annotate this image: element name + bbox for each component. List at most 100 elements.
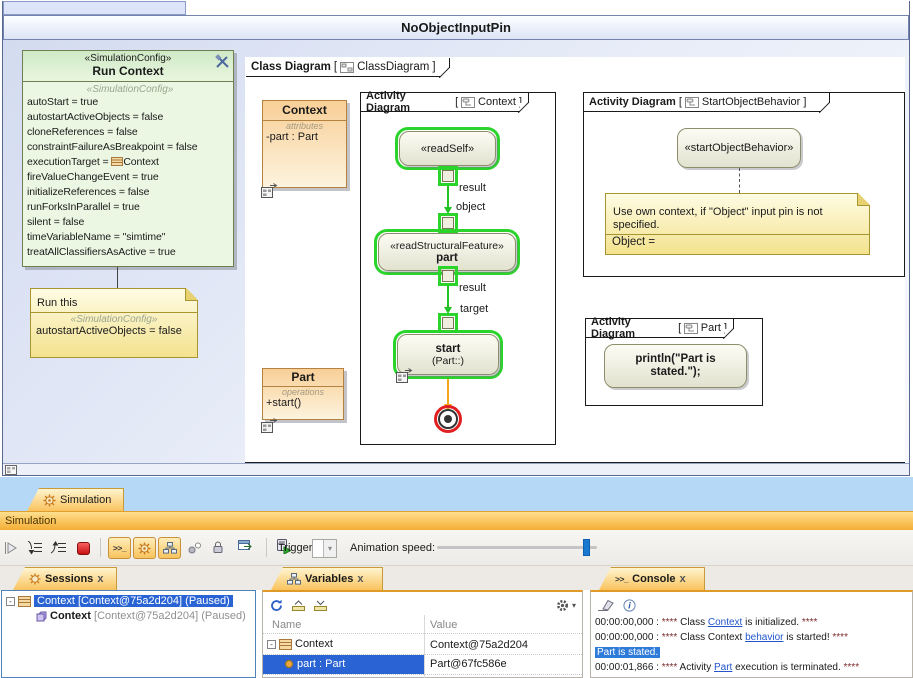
terminate-button[interactable] bbox=[77, 542, 90, 555]
diagram-window-tab[interactable] bbox=[3, 1, 186, 15]
console-line: 00:00:00,000 : **** Class Context behavi… bbox=[595, 632, 848, 643]
related-diagram-icon[interactable] bbox=[261, 183, 278, 198]
variables-options-button[interactable]: ▾ bbox=[556, 599, 576, 612]
simulation-panel-header: Simulation bbox=[0, 511, 913, 530]
variables-tree-icon bbox=[287, 573, 301, 585]
console-link[interactable]: behavior bbox=[745, 632, 783, 643]
action-label: start bbox=[436, 343, 461, 355]
console-output-highlighted[interactable]: Part is stated. bbox=[595, 647, 660, 658]
result-output-pin[interactable] bbox=[442, 270, 454, 282]
instance-icon bbox=[279, 639, 292, 650]
variable-value[interactable]: Part@67fc586e bbox=[430, 658, 507, 670]
clear-console-icon[interactable] bbox=[598, 599, 614, 611]
column-header-value[interactable]: Value bbox=[430, 619, 457, 631]
run-button[interactable] bbox=[4, 541, 18, 555]
collapse-down-icon[interactable] bbox=[314, 599, 327, 611]
object-input-pin[interactable] bbox=[442, 217, 454, 229]
lock-button[interactable] bbox=[212, 540, 224, 554]
tab-console[interactable]: >>_ Console x bbox=[599, 567, 705, 590]
class-diagram-frame-header[interactable]: Class Diagram [ ClassDiagram ] bbox=[246, 58, 450, 77]
sessions-panel: - Context [Context@75a2d204] (Paused) Co… bbox=[1, 590, 256, 678]
tab-simulation[interactable]: Simulation bbox=[27, 488, 124, 511]
toggle-animation-button[interactable] bbox=[133, 537, 156, 559]
tab-label: Sessions bbox=[45, 573, 93, 585]
action-label: «readSelf» bbox=[421, 143, 474, 155]
info-icon[interactable]: i bbox=[623, 599, 636, 612]
activity-context-frame-header[interactable]: Activity Diagram [ Context ] bbox=[361, 93, 529, 112]
note-stereotype: «SimulationConfig» bbox=[31, 313, 197, 325]
console-line: 00:00:01,866 : **** Activity Part execut… bbox=[595, 662, 859, 673]
variable-name: Context bbox=[295, 638, 333, 650]
session-row-child[interactable]: Context [Context@75a2d204] (Paused) bbox=[2, 607, 255, 622]
application-window: NoObjectInputPin «SimulationConfig» Run … bbox=[0, 0, 913, 678]
part-class[interactable]: Part operations +start() bbox=[262, 368, 344, 420]
gear-icon bbox=[556, 599, 569, 612]
object-flow-edge[interactable] bbox=[447, 186, 449, 208]
context-class[interactable]: Context attributes -part : Part bbox=[262, 100, 347, 188]
console-line: Part is stated. bbox=[595, 647, 660, 658]
close-icon[interactable]: x bbox=[680, 573, 686, 585]
related-diagram-icon[interactable] bbox=[261, 418, 278, 433]
step-over-button[interactable] bbox=[50, 541, 67, 555]
variable-row[interactable]: - Context bbox=[267, 638, 333, 650]
step-into-button[interactable] bbox=[26, 541, 43, 555]
anchor-connector bbox=[117, 267, 118, 288]
refresh-icon[interactable] bbox=[270, 599, 283, 612]
column-header-name[interactable]: Name bbox=[272, 619, 301, 631]
class-attribute: -part : Part bbox=[263, 131, 346, 143]
trigger-select[interactable]: ▾ bbox=[312, 539, 337, 558]
session-label[interactable]: Context [Context@75a2d204] (Paused) bbox=[34, 595, 233, 607]
config-body-stereotype: «SimulationConfig» bbox=[27, 84, 233, 95]
tab-variables[interactable]: Variables x bbox=[271, 567, 383, 590]
simulation-config-node[interactable]: «SimulationConfig» Run Context «Simulati… bbox=[22, 50, 234, 267]
tree-expander[interactable]: - bbox=[267, 640, 276, 649]
control-flow-edge[interactable] bbox=[447, 379, 449, 406]
console-link[interactable]: Context bbox=[708, 617, 742, 628]
note-fold bbox=[185, 288, 198, 301]
session-row-root[interactable]: - Context [Context@75a2d204] (Paused) bbox=[2, 591, 255, 607]
close-icon[interactable]: x bbox=[97, 573, 103, 585]
result-output-pin[interactable] bbox=[442, 170, 454, 182]
run-this-note[interactable]: Run this «SimulationConfig» autostartAct… bbox=[30, 288, 198, 358]
final-node-core bbox=[444, 415, 452, 423]
class-diagram-icon bbox=[340, 62, 354, 73]
animation-speed-slider[interactable] bbox=[437, 546, 597, 549]
simulation-icon bbox=[43, 494, 56, 507]
column-divider[interactable] bbox=[424, 615, 425, 678]
close-icon[interactable]: x bbox=[357, 573, 363, 585]
class-name: Context bbox=[263, 101, 346, 121]
behavior-note[interactable]: Use own context, if "Object" input pin i… bbox=[605, 193, 870, 255]
simulation-icon bbox=[138, 542, 151, 555]
tree-expander[interactable]: - bbox=[6, 597, 15, 606]
animation-speed-thumb[interactable] bbox=[583, 539, 590, 556]
activity-sob-frame-header[interactable]: Activity Diagram [ StartObjectBehavior ] bbox=[584, 93, 830, 112]
collapse-up-icon[interactable] bbox=[292, 599, 305, 611]
console-link[interactable]: Part bbox=[714, 662, 732, 673]
tab-sessions[interactable]: Sessions x bbox=[13, 567, 117, 590]
window-border-bottom bbox=[2, 475, 910, 476]
note-body: autostartActiveObjects = false bbox=[31, 325, 197, 337]
action-label: println("Part is stated."); bbox=[619, 353, 732, 379]
breakpoints-button[interactable] bbox=[188, 542, 202, 554]
println-action[interactable]: println("Part is stated."); bbox=[604, 344, 747, 388]
console-panel: i 00:00:00,000 : **** Class Context is i… bbox=[590, 590, 913, 678]
toggle-console-button[interactable]: >>_ bbox=[108, 537, 131, 559]
note-text: Use own context, if "Object" input pin i… bbox=[606, 194, 869, 234]
variable-row-selected[interactable]: part : Part bbox=[263, 655, 424, 674]
chevron-down-icon: ▾ bbox=[572, 601, 576, 610]
object-flow-edge[interactable] bbox=[447, 286, 449, 308]
read-self-action[interactable]: «readSelf» bbox=[399, 131, 496, 166]
related-diagram-icon[interactable] bbox=[396, 368, 413, 383]
target-input-pin[interactable] bbox=[442, 317, 454, 329]
frame-diagram-name: StartObjectBehavior bbox=[702, 96, 800, 108]
open-in-window-button[interactable] bbox=[238, 540, 254, 553]
variable-value[interactable]: Context@75a2d204 bbox=[430, 639, 528, 651]
start-object-behavior-action[interactable]: «startObjectBehavior» bbox=[677, 128, 801, 168]
toggle-variables-button[interactable] bbox=[158, 537, 181, 559]
activity-diagram-icon bbox=[685, 97, 699, 108]
diagram-title-bar[interactable]: NoObjectInputPin bbox=[3, 15, 909, 40]
variables-tree-icon bbox=[163, 542, 177, 554]
activity-part-frame-header[interactable]: Activity Diagram [ Part ] bbox=[586, 319, 734, 338]
row-divider bbox=[263, 674, 582, 675]
diagram-scroll-strip[interactable] bbox=[3, 463, 909, 475]
